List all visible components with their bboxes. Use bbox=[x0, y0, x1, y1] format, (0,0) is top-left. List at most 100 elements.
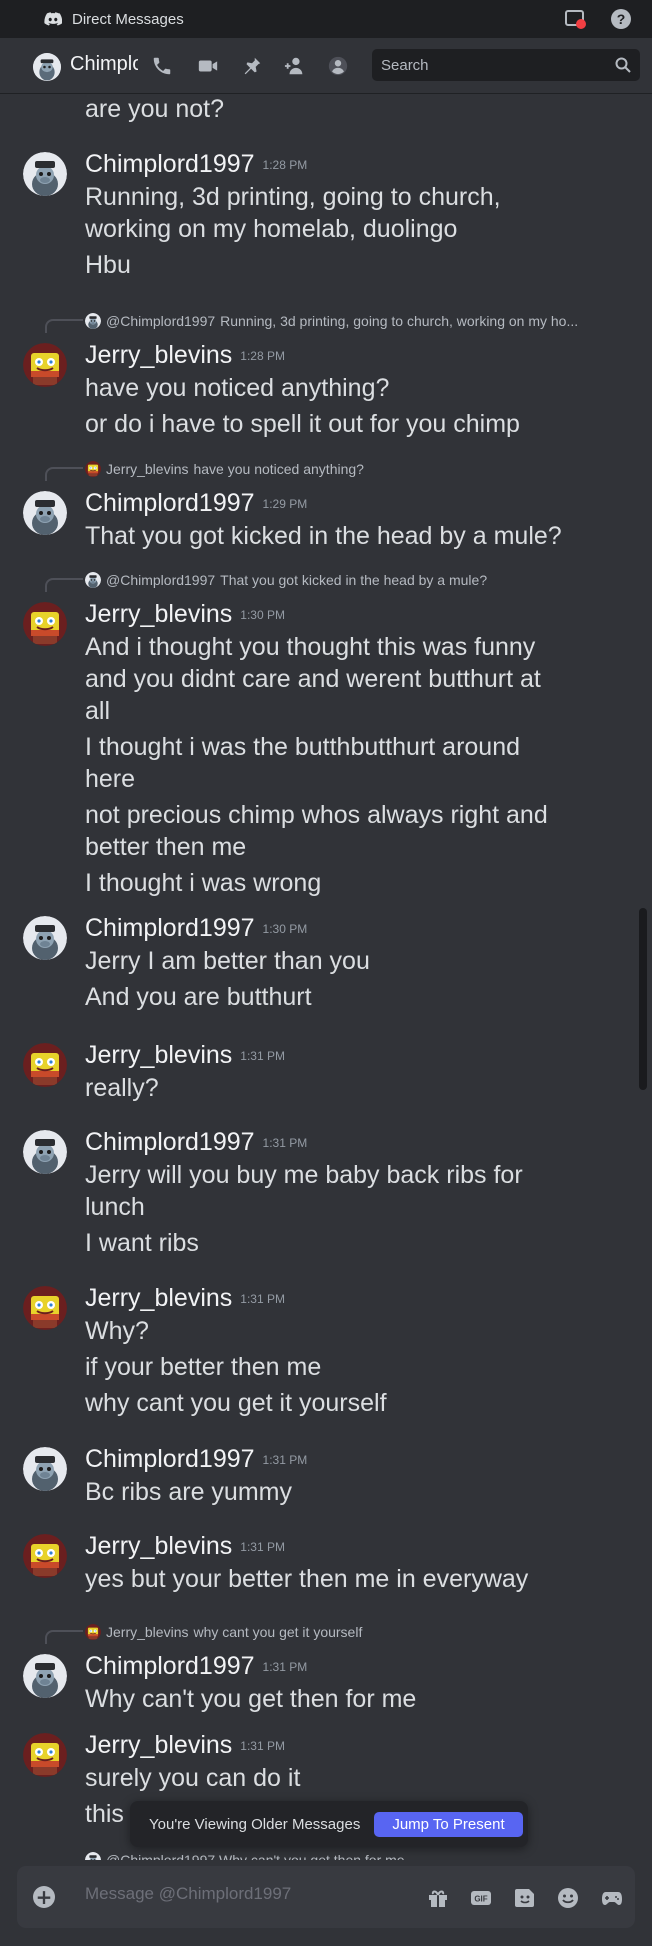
message-text: Why can't you get then for me bbox=[85, 1685, 417, 1713]
reply-preview[interactable]: Jerry_blevins why cant you get it yoursel… bbox=[85, 1621, 605, 1643]
timestamp: 1:30 PM bbox=[240, 608, 285, 623]
title-bar-label: Direct Messages bbox=[72, 10, 184, 28]
message-text: And you are butthurt bbox=[85, 983, 312, 1011]
avatar[interactable] bbox=[23, 491, 67, 535]
reply-preview[interactable]: @Chimplord1997 Running, 3d printing, goin… bbox=[85, 310, 605, 332]
discord-logo-icon bbox=[44, 12, 62, 26]
reply-preview[interactable]: @Chimplord1997 Why can't you get then fo… bbox=[85, 1849, 605, 1860]
message-text: and you didnt care and werent butthurt a… bbox=[85, 665, 541, 693]
avatar-image bbox=[85, 1852, 101, 1860]
username[interactable]: Jerry_blevins bbox=[85, 1284, 232, 1312]
avatar-image bbox=[23, 602, 67, 646]
avatar-image bbox=[23, 1534, 67, 1578]
reply-text: why cant you get it yourself bbox=[193, 1624, 363, 1640]
avatar[interactable] bbox=[23, 343, 67, 387]
profile-icon[interactable] bbox=[327, 55, 349, 77]
game-icon[interactable] bbox=[600, 1886, 624, 1910]
avatar-image bbox=[23, 1654, 67, 1698]
add-friend-icon[interactable] bbox=[284, 55, 306, 77]
inbox-icon[interactable] bbox=[564, 8, 586, 30]
sticker-icon[interactable] bbox=[513, 1886, 537, 1910]
help-icon[interactable]: ? bbox=[610, 8, 632, 30]
username[interactable]: Chimplord1997 bbox=[85, 1128, 255, 1156]
message-text: I want ribs bbox=[85, 1229, 199, 1257]
timestamp: 1:31 PM bbox=[262, 1453, 308, 1468]
message-list: are you not? Chimplord1997 1:28 PM Runnin… bbox=[0, 93, 652, 1860]
reply-preview[interactable]: @Chimplord1997 That you got kicked in the… bbox=[85, 569, 605, 591]
message-text: Jerry will you buy me baby back ribs for bbox=[85, 1161, 523, 1189]
emoji-icon[interactable] bbox=[556, 1886, 580, 1910]
message-text: here bbox=[85, 765, 136, 793]
scrollbar[interactable] bbox=[639, 908, 647, 1090]
username[interactable]: Jerry_blevins bbox=[85, 1731, 232, 1759]
jump-to-present-button[interactable]: Jump To Present bbox=[374, 1811, 523, 1837]
timestamp: 1:30 PM bbox=[262, 922, 308, 937]
gift-icon[interactable] bbox=[426, 1886, 450, 1910]
svg-text:?: ? bbox=[617, 11, 626, 27]
username[interactable]: Chimplord1997 bbox=[85, 1652, 255, 1680]
reply-text: Running, 3d printing, going to church, w… bbox=[220, 313, 579, 329]
dm-header: Chimplord1997 Search bbox=[0, 38, 652, 93]
older-messages-bar: You're Viewing Older Messages Jump To Pr… bbox=[130, 1801, 528, 1847]
search-placeholder: Search bbox=[381, 56, 429, 74]
title-bar: Direct Messages ? bbox=[0, 0, 652, 38]
reply-author: Jerry_blevins bbox=[106, 461, 189, 477]
avatar[interactable] bbox=[33, 53, 61, 81]
message-text: really? bbox=[85, 1074, 159, 1102]
message-text: I thought i was the butthbutthurt around bbox=[85, 733, 521, 761]
avatar-image bbox=[85, 1624, 101, 1640]
reply-spine bbox=[45, 319, 83, 333]
svg-text:GIF: GIF bbox=[474, 1895, 487, 1904]
avatar-image bbox=[23, 1733, 67, 1777]
username[interactable]: Chimplord1997 bbox=[85, 150, 255, 178]
username[interactable]: Chimplord1997 bbox=[85, 1445, 255, 1473]
message-text: why cant you get it yourself bbox=[85, 1389, 387, 1417]
avatar[interactable] bbox=[23, 1286, 67, 1330]
avatar-image bbox=[85, 572, 101, 588]
avatar[interactable] bbox=[23, 602, 67, 646]
message-text: if your better then me bbox=[85, 1353, 322, 1381]
timestamp: 1:31 PM bbox=[262, 1660, 308, 1675]
avatar[interactable] bbox=[23, 916, 67, 960]
avatar-image bbox=[23, 1130, 67, 1174]
gif-icon[interactable]: GIF bbox=[469, 1886, 493, 1910]
message-text: better then me bbox=[85, 833, 247, 861]
reply-text: have you noticed anything? bbox=[193, 461, 364, 477]
reply-author: @Chimplord1997 bbox=[106, 313, 216, 329]
message-text: all bbox=[85, 697, 111, 725]
avatar-image bbox=[23, 1447, 67, 1491]
username[interactable]: Chimplord1997 bbox=[85, 914, 255, 942]
timestamp: 1:31 PM bbox=[240, 1049, 285, 1064]
search-input[interactable]: Search bbox=[372, 49, 640, 81]
message-text: I thought i was wrong bbox=[85, 869, 322, 897]
avatar[interactable] bbox=[23, 1654, 67, 1698]
username[interactable]: Jerry_blevins bbox=[85, 600, 232, 628]
username[interactable]: Jerry_blevins bbox=[85, 1532, 232, 1560]
reply-preview[interactable]: Jerry_blevins have you noticed anything? bbox=[85, 458, 605, 480]
avatar[interactable] bbox=[23, 1534, 67, 1578]
avatar bbox=[85, 461, 101, 477]
avatar-image bbox=[23, 491, 67, 535]
avatar[interactable] bbox=[23, 1130, 67, 1174]
username[interactable]: Jerry_blevins bbox=[85, 1041, 232, 1069]
message-text: lunch bbox=[85, 1193, 145, 1221]
avatar[interactable] bbox=[23, 1043, 67, 1087]
message-text: That you got kicked in the head by a mul… bbox=[85, 522, 562, 550]
message-text: surely you can do it bbox=[85, 1764, 301, 1792]
message-text: have you noticed anything? bbox=[85, 374, 390, 402]
message-text: Running, 3d printing, going to church, bbox=[85, 183, 501, 211]
message-input[interactable]: + Message @Chimplord1997 GIF bbox=[17, 1866, 635, 1928]
call-icon[interactable] bbox=[151, 55, 173, 77]
username[interactable]: Chimplord1997 bbox=[85, 489, 255, 517]
username[interactable]: Jerry_blevins bbox=[85, 341, 232, 369]
video-icon[interactable] bbox=[197, 55, 219, 77]
reply-spine bbox=[45, 467, 83, 481]
avatar[interactable] bbox=[23, 1447, 67, 1491]
reply-author: Jerry_blevins bbox=[106, 1624, 189, 1640]
avatar[interactable] bbox=[23, 152, 67, 196]
avatar[interactable] bbox=[23, 1733, 67, 1777]
timestamp: 1:31 PM bbox=[240, 1292, 285, 1307]
plus-icon[interactable]: + bbox=[33, 1886, 55, 1908]
reply-text: @Chimplord1997 Why can't you get then fo… bbox=[106, 1852, 405, 1860]
pin-icon[interactable] bbox=[241, 55, 263, 77]
